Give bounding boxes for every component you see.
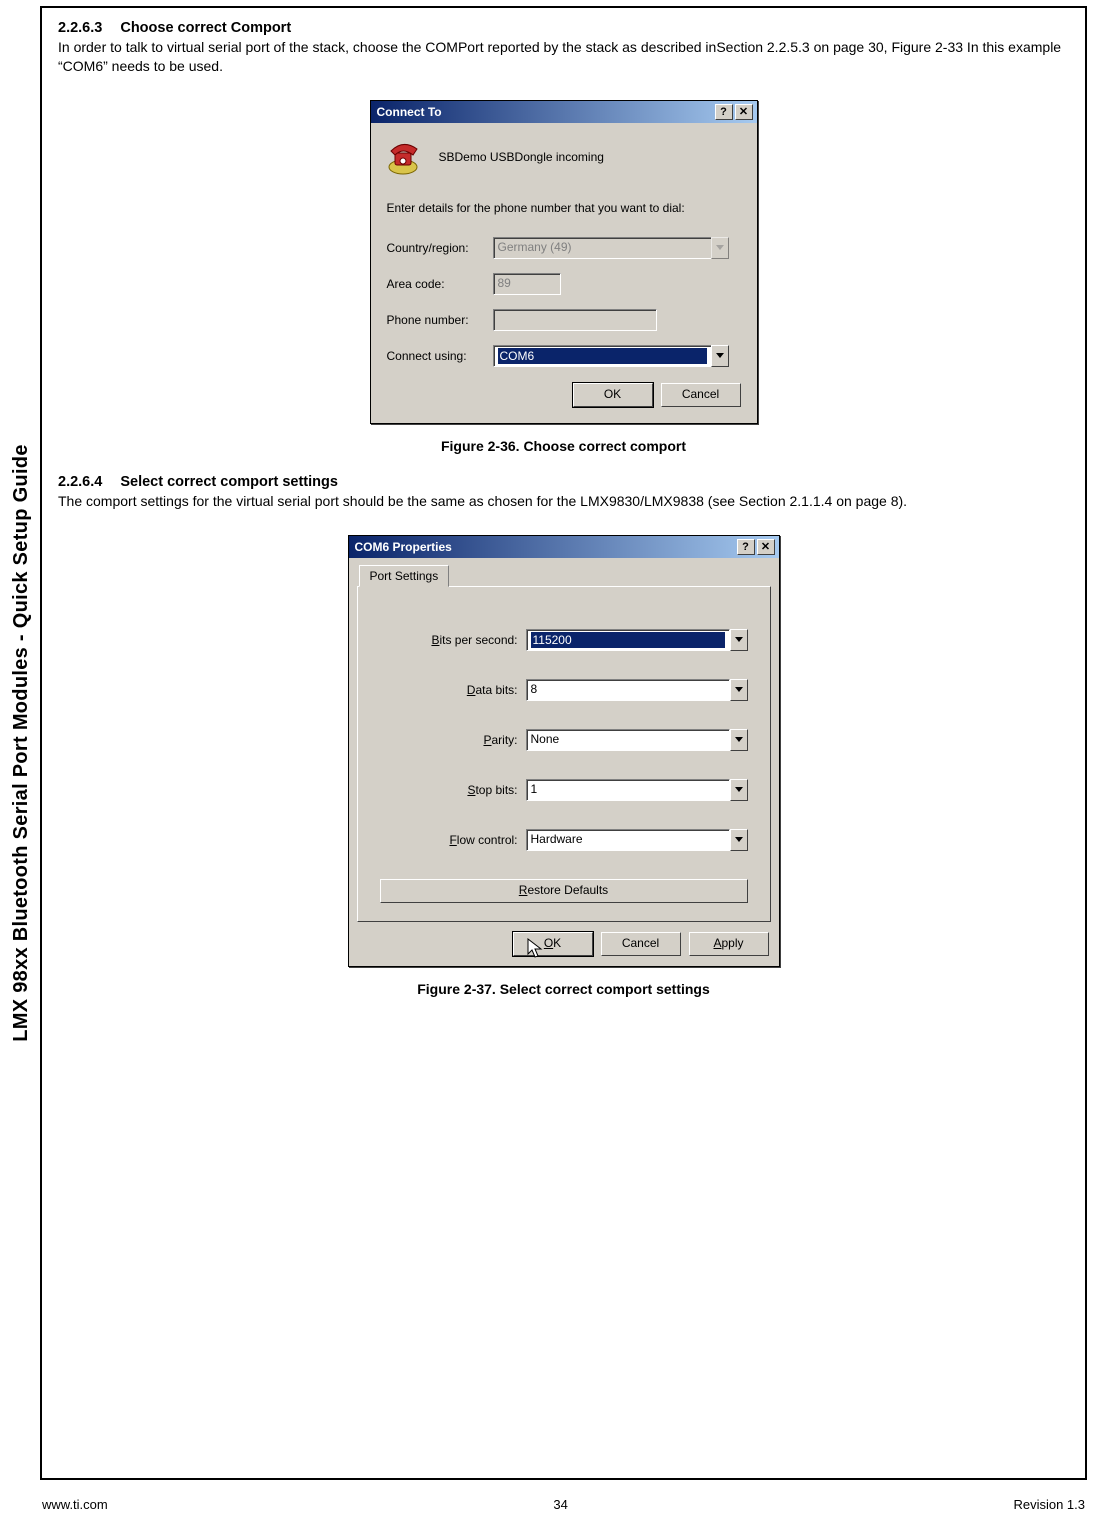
phone-number-input xyxy=(493,309,657,331)
section-title: Choose correct Comport xyxy=(120,20,291,36)
stop-bits-label: Stop bits: xyxy=(380,783,526,797)
footer-url: www.ti.com xyxy=(42,1497,108,1512)
dialog-title: Connect To xyxy=(377,105,442,119)
dropdown-icon[interactable] xyxy=(711,345,729,367)
dropdown-icon[interactable] xyxy=(730,829,748,851)
area-code-input: 89 xyxy=(493,273,561,295)
figure-2-37: COM6 Properties ? ✕ Port Settings Bits p… xyxy=(58,535,1069,967)
close-button[interactable]: ✕ xyxy=(757,539,775,555)
close-button[interactable]: ✕ xyxy=(735,104,753,120)
page-footer: www.ti.com 34 Revision 1.3 xyxy=(42,1497,1085,1512)
dialog-title: COM6 Properties xyxy=(355,540,452,554)
data-bits-label: Data bits: xyxy=(380,683,526,697)
dropdown-icon[interactable] xyxy=(730,679,748,701)
com6-properties-dialog: COM6 Properties ? ✕ Port Settings Bits p… xyxy=(348,535,780,967)
vertical-page-title: LMX 98xx Bluetooth Serial Port Modules -… xyxy=(10,444,33,1042)
dropdown-icon[interactable] xyxy=(730,729,748,751)
connect-using-select[interactable]: COM6 xyxy=(493,345,711,367)
connect-to-dialog: Connect To ? ✕ SBDemo xyxy=(370,100,758,424)
bits-per-second-select[interactable]: 115200 xyxy=(526,629,730,651)
dropdown-icon xyxy=(711,237,729,259)
phone-icon xyxy=(387,137,429,177)
dropdown-icon[interactable] xyxy=(730,779,748,801)
help-button[interactable]: ? xyxy=(737,539,755,555)
dropdown-icon[interactable] xyxy=(730,629,748,651)
footer-page-number: 34 xyxy=(553,1497,567,1512)
help-button[interactable]: ? xyxy=(715,104,733,120)
apply-button[interactable]: Apply xyxy=(689,932,769,956)
flow-control-select[interactable]: Hardware xyxy=(526,829,730,851)
stop-bits-select[interactable]: 1 xyxy=(526,779,730,801)
figure-2-36: Connect To ? ✕ SBDemo xyxy=(58,100,1069,424)
country-region-label: Country/region: xyxy=(387,241,493,255)
parity-select[interactable]: None xyxy=(526,729,730,751)
port-settings-panel: Bits per second: 115200 Data bits: 8 xyxy=(357,586,771,922)
section-title: Select correct comport settings xyxy=(120,474,338,490)
tab-port-settings[interactable]: Port Settings xyxy=(359,565,450,587)
data-bits-select[interactable]: 8 xyxy=(526,679,730,701)
figure-caption-2-36: Figure 2-36. Choose correct comport xyxy=(58,438,1069,454)
area-code-label: Area code: xyxy=(387,277,493,291)
section-heading-2-2-6-4: 2.2.6.4 Select correct comport settings xyxy=(58,474,1069,490)
bits-per-second-label: Bits per second: xyxy=(380,633,526,647)
ok-button[interactable]: OK xyxy=(513,932,593,956)
dialog-titlebar: COM6 Properties ? ✕ xyxy=(349,536,779,558)
body-paragraph: The comport settings for the virtual ser… xyxy=(58,492,1069,511)
dialog-titlebar: Connect To ? ✕ xyxy=(371,101,757,123)
instruction-text: Enter details for the phone number that … xyxy=(387,201,741,215)
cancel-button[interactable]: Cancel xyxy=(601,932,681,956)
section-heading-2-2-6-3: 2.2.6.3 Choose correct Comport xyxy=(58,20,1069,36)
parity-label: Parity: xyxy=(380,733,526,747)
cancel-button[interactable]: Cancel xyxy=(661,383,741,407)
connect-using-label: Connect using: xyxy=(387,349,493,363)
restore-defaults-button[interactable]: Restore Defaults xyxy=(380,879,748,903)
phone-number-label: Phone number: xyxy=(387,313,493,327)
figure-caption-2-37: Figure 2-37. Select correct comport sett… xyxy=(58,981,1069,997)
section-number: 2.2.6.4 xyxy=(58,474,102,490)
ok-button[interactable]: OK xyxy=(573,383,653,407)
connection-name-label: SBDemo USBDongle incoming xyxy=(439,150,604,164)
footer-revision: Revision 1.3 xyxy=(1013,1497,1085,1512)
country-region-select: Germany (49) xyxy=(493,237,711,259)
body-paragraph: In order to talk to virtual serial port … xyxy=(58,38,1069,76)
flow-control-label: Flow control: xyxy=(380,833,526,847)
section-number: 2.2.6.3 xyxy=(58,20,102,36)
